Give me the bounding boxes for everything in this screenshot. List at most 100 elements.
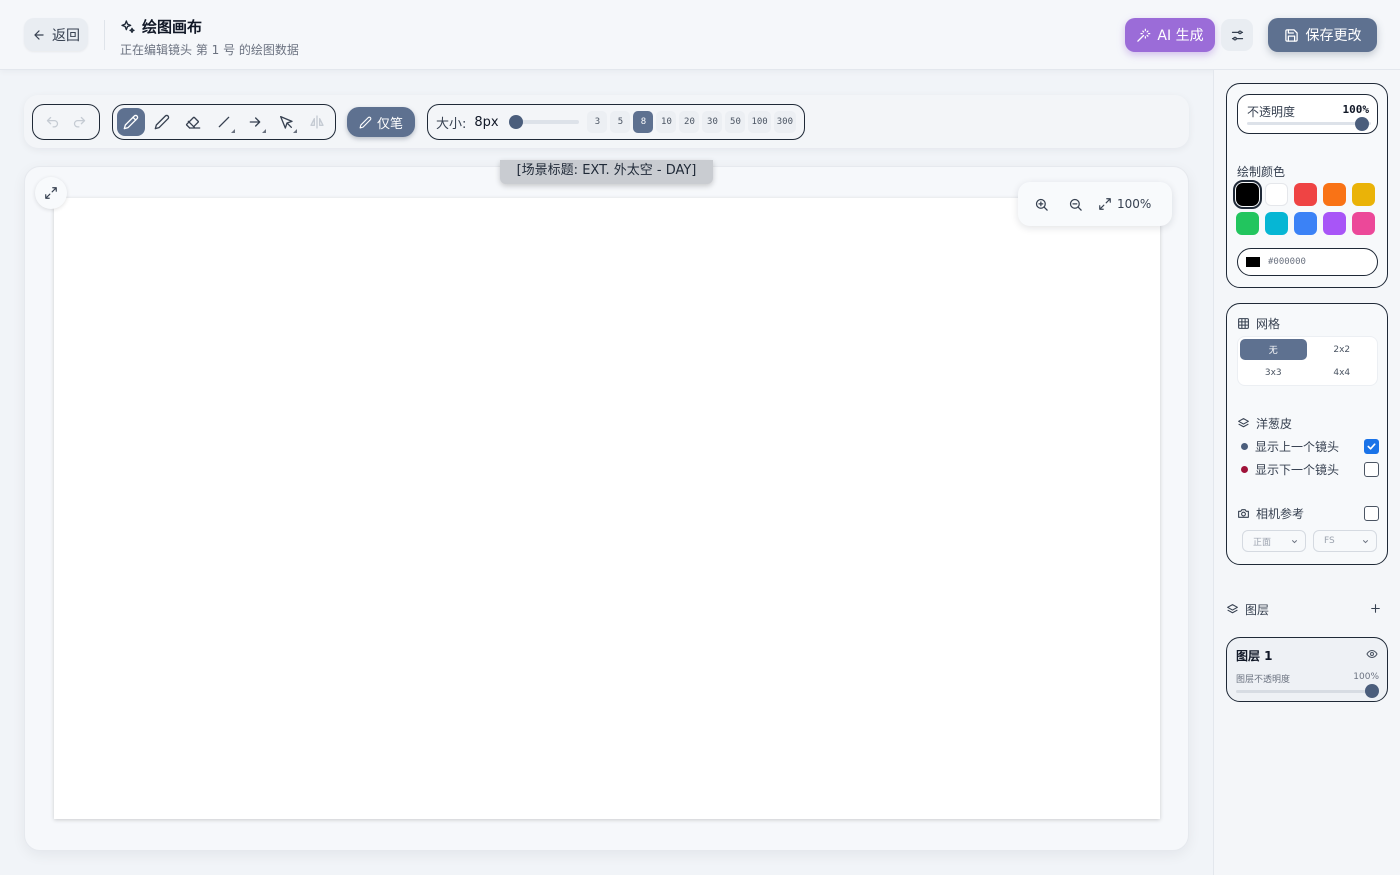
size-preset-8[interactable]: 8	[633, 111, 654, 133]
magic-wand-icon	[1136, 28, 1151, 43]
show-prev-shot-row[interactable]: 显示上一个镜头	[1241, 438, 1379, 455]
size-slider[interactable]	[508, 115, 580, 129]
layer-opacity-handle[interactable]	[1365, 684, 1379, 698]
scene-title-tag: [场景标题: EXT. 外太空 - DAY]	[500, 160, 713, 184]
layers-header: 图层	[1226, 598, 1388, 620]
chevron-down-icon	[1290, 537, 1299, 546]
show-prev-checkbox[interactable]	[1364, 439, 1379, 454]
pencil-tool[interactable]	[148, 108, 176, 136]
mirror-icon	[309, 114, 325, 130]
zoom-controls: 100%	[1018, 182, 1172, 226]
undo-icon[interactable]	[45, 115, 60, 130]
eye-icon[interactable]	[1366, 648, 1378, 660]
submenu-corner-icon	[293, 129, 297, 133]
next-shot-dot	[1241, 466, 1248, 473]
line-tool[interactable]	[210, 108, 238, 136]
color-swatch[interactable]	[1265, 212, 1288, 235]
expand-icon	[44, 186, 58, 200]
color-swatch[interactable]	[1352, 212, 1375, 235]
grid-option-2[interactable]: 3x3	[1240, 362, 1307, 383]
opacity-slider-handle[interactable]	[1355, 117, 1369, 131]
grid-option-1[interactable]: 2x2	[1309, 339, 1376, 360]
color-panel: 不透明度 100% 绘制颜色 #000000	[1226, 83, 1388, 288]
size-label: 大小:	[436, 116, 467, 132]
color-swatch[interactable]	[1323, 212, 1346, 235]
grid-options: 无 2x2 3x3 4x4	[1237, 336, 1378, 386]
add-layer-button[interactable]	[1364, 597, 1386, 619]
color-swatch[interactable]	[1236, 212, 1259, 235]
grid-option-0[interactable]: 无	[1240, 339, 1307, 360]
pencil-icon	[154, 114, 170, 130]
show-next-checkbox[interactable]	[1364, 462, 1379, 477]
pen-only-toggle[interactable]: 仅笔	[347, 107, 415, 137]
color-swatch[interactable]	[1352, 183, 1375, 206]
select-icon	[278, 114, 294, 130]
redo-icon[interactable]	[72, 115, 87, 130]
camera-view-select[interactable]: 正面	[1242, 530, 1306, 552]
arrow-left-icon	[32, 28, 46, 42]
arrow-tool[interactable]	[241, 108, 269, 136]
page-subtitle: 正在编辑镜头 第 1 号 的绘图数据	[120, 43, 299, 57]
size-preset-30[interactable]: 30	[702, 111, 723, 133]
layers-icon	[1226, 603, 1239, 616]
camera-view-value: 正面	[1253, 537, 1272, 548]
fullscreen-button[interactable]	[35, 177, 67, 209]
pen-icon	[123, 114, 139, 130]
eraser-icon	[185, 114, 201, 130]
ai-generate-button[interactable]: AI 生成	[1125, 18, 1215, 52]
pen-tool[interactable]	[117, 108, 145, 136]
zoom-out-icon	[1068, 197, 1083, 212]
guides-panel: 网格 无 2x2 3x3 4x4 洋葱皮 显示上一个镜头 显示下一个镜头 相机参考 正…	[1226, 303, 1388, 565]
zoom-out-button[interactable]	[1060, 189, 1090, 219]
color-swatch[interactable]	[1265, 183, 1288, 206]
size-preset-300[interactable]: 300	[773, 111, 796, 133]
color-swatch[interactable]	[1233, 180, 1262, 209]
eraser-tool[interactable]	[179, 108, 207, 136]
drawing-toolbar: 仅笔 大小: 8px 3 5 8 10 20 30 50 100 300	[24, 95, 1189, 148]
size-slider-handle[interactable]	[508, 115, 523, 129]
color-swatch[interactable]	[1294, 212, 1317, 235]
history-group	[32, 104, 100, 140]
zoom-in-button[interactable]	[1026, 189, 1056, 219]
camera-icon	[1237, 507, 1250, 520]
plus-icon	[1369, 602, 1382, 615]
onion-header: 洋葱皮	[1237, 415, 1292, 432]
size-preset-10[interactable]: 10	[656, 111, 677, 133]
select-tool[interactable]	[272, 108, 300, 136]
current-color-chip	[1246, 257, 1260, 267]
sparkles-icon	[120, 19, 136, 35]
line-icon	[216, 114, 232, 130]
title-block: 绘图画布 正在编辑镜头 第 1 号 的绘图数据	[120, 16, 299, 58]
hex-color-input[interactable]: #000000	[1237, 248, 1378, 276]
drawing-canvas[interactable]	[54, 198, 1160, 819]
size-preset-3[interactable]: 3	[587, 111, 608, 133]
color-label: 绘制颜色	[1237, 165, 1286, 179]
grid-option-3[interactable]: 4x4	[1309, 362, 1376, 383]
camera-reference-row[interactable]: 相机参考	[1237, 505, 1379, 522]
size-preset-5[interactable]: 5	[610, 111, 631, 133]
camera-reference-checkbox[interactable]	[1364, 506, 1379, 521]
back-button[interactable]: 返回	[24, 18, 88, 51]
color-swatches	[1233, 180, 1375, 235]
show-next-shot-row[interactable]: 显示下一个镜头	[1241, 461, 1379, 478]
size-preset-100[interactable]: 100	[748, 111, 771, 133]
zoom-reset-button[interactable]: 100%	[1098, 197, 1151, 211]
opacity-slider[interactable]	[1247, 122, 1371, 125]
grid-header: 网格	[1237, 315, 1280, 332]
color-swatch[interactable]	[1294, 183, 1317, 206]
pen-only-label: 仅笔	[376, 116, 403, 132]
opacity-label: 不透明度	[1247, 105, 1296, 119]
size-presets: 3 5 8 10 20 30 50 100 300	[587, 111, 796, 133]
save-button[interactable]: 保存更改	[1268, 18, 1377, 52]
settings-button[interactable]	[1221, 19, 1253, 51]
top-header: 返回 绘图画布 正在编辑镜头 第 1 号 的绘图数据 AI 生成 保存更改	[0, 0, 1400, 70]
camera-shot-select[interactable]: FS	[1313, 530, 1377, 552]
zoom-in-icon	[1034, 197, 1049, 212]
submenu-corner-icon	[231, 129, 235, 133]
size-preset-20[interactable]: 20	[679, 111, 700, 133]
mirror-tool[interactable]	[303, 108, 331, 136]
layer-opacity-slider[interactable]	[1236, 690, 1374, 693]
layer-item[interactable]: 图层 1 图层不透明度 100%	[1226, 637, 1388, 702]
color-swatch[interactable]	[1323, 183, 1346, 206]
size-preset-50[interactable]: 50	[725, 111, 746, 133]
